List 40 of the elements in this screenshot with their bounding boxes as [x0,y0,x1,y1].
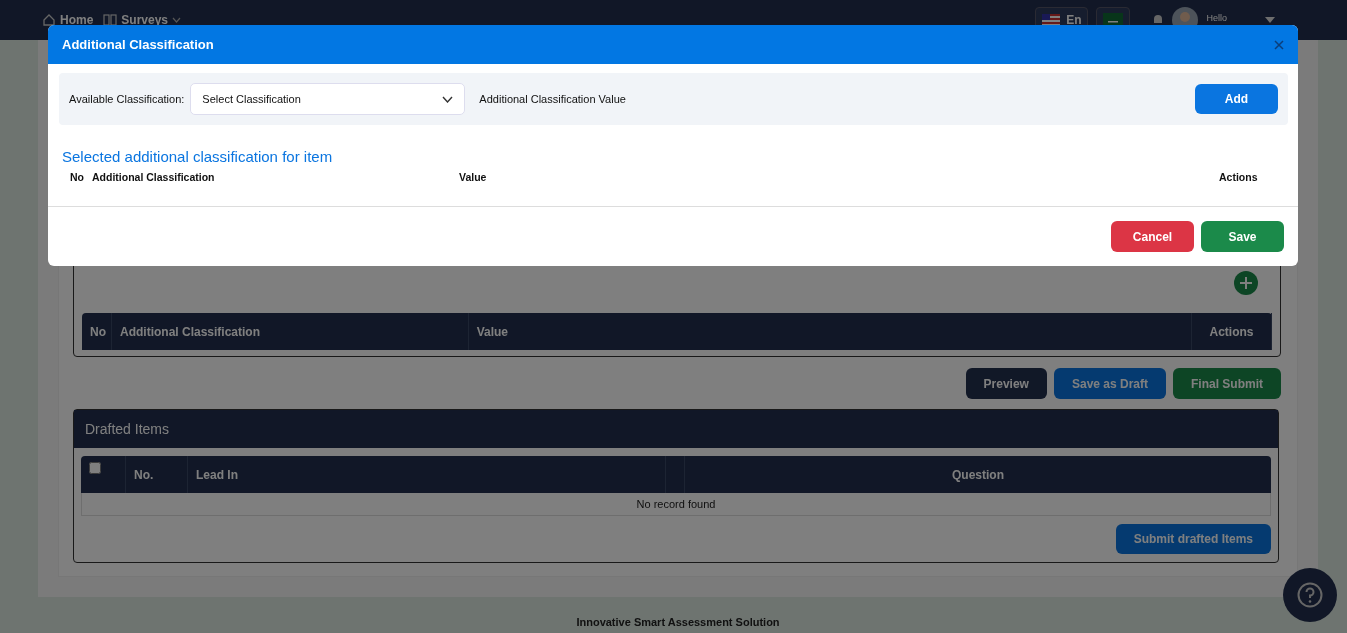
close-button[interactable] [1274,39,1284,50]
column-header: No. [126,456,188,493]
action-button[interactable]: Preview [965,368,1047,399]
help-icon [1297,582,1323,608]
column-header: Actions [1192,313,1272,350]
column-header: No [70,171,85,183]
help-button[interactable] [1283,568,1337,622]
dialog-title: Additional Classification [62,37,214,52]
greeting-text: Hello [1206,13,1227,23]
submit-button[interactable]: Submit drafted Items [1115,524,1271,554]
column-header: Actions [1219,171,1258,183]
dialog-button[interactable]: Cancel [1111,221,1194,252]
field-label: Available Classification: [69,93,185,105]
flag-icon [1042,14,1061,26]
dialog-button[interactable]: Save [1201,221,1284,252]
close-icon [1274,39,1284,50]
book-icon [103,13,118,27]
add-icon[interactable] [1234,271,1258,295]
panel-title: Drafted Items [74,410,1278,448]
footer-text: Innovative Smart Assessment Solution [575,616,781,628]
column-header: Question [951,466,1005,484]
section-title: Selected additional classification for item [62,148,334,165]
classification-select[interactable]: Select Classification [190,83,466,115]
chevron-icon [442,95,454,103]
action-button[interactable]: Final Submit [1173,368,1281,399]
select-all-checkbox[interactable] [89,462,101,474]
column-header: Additional Classification [112,313,469,350]
column-header: Value [459,171,488,183]
nav-link[interactable]: Surveys [103,13,182,27]
column-header: Additional Classification [92,171,216,183]
add-button[interactable]: Add [1195,84,1278,114]
column-header: Lead In [188,456,666,493]
home-icon [42,13,56,27]
nav-link[interactable]: Home [42,13,94,27]
action-button[interactable]: Save as Draft [1053,368,1166,399]
column-header: Value [468,313,1193,350]
empty-message: No record found [81,493,1271,516]
column-header: No [82,313,112,350]
field-label: Additional Classification Value [479,93,626,105]
caret-icon[interactable] [1265,17,1275,23]
